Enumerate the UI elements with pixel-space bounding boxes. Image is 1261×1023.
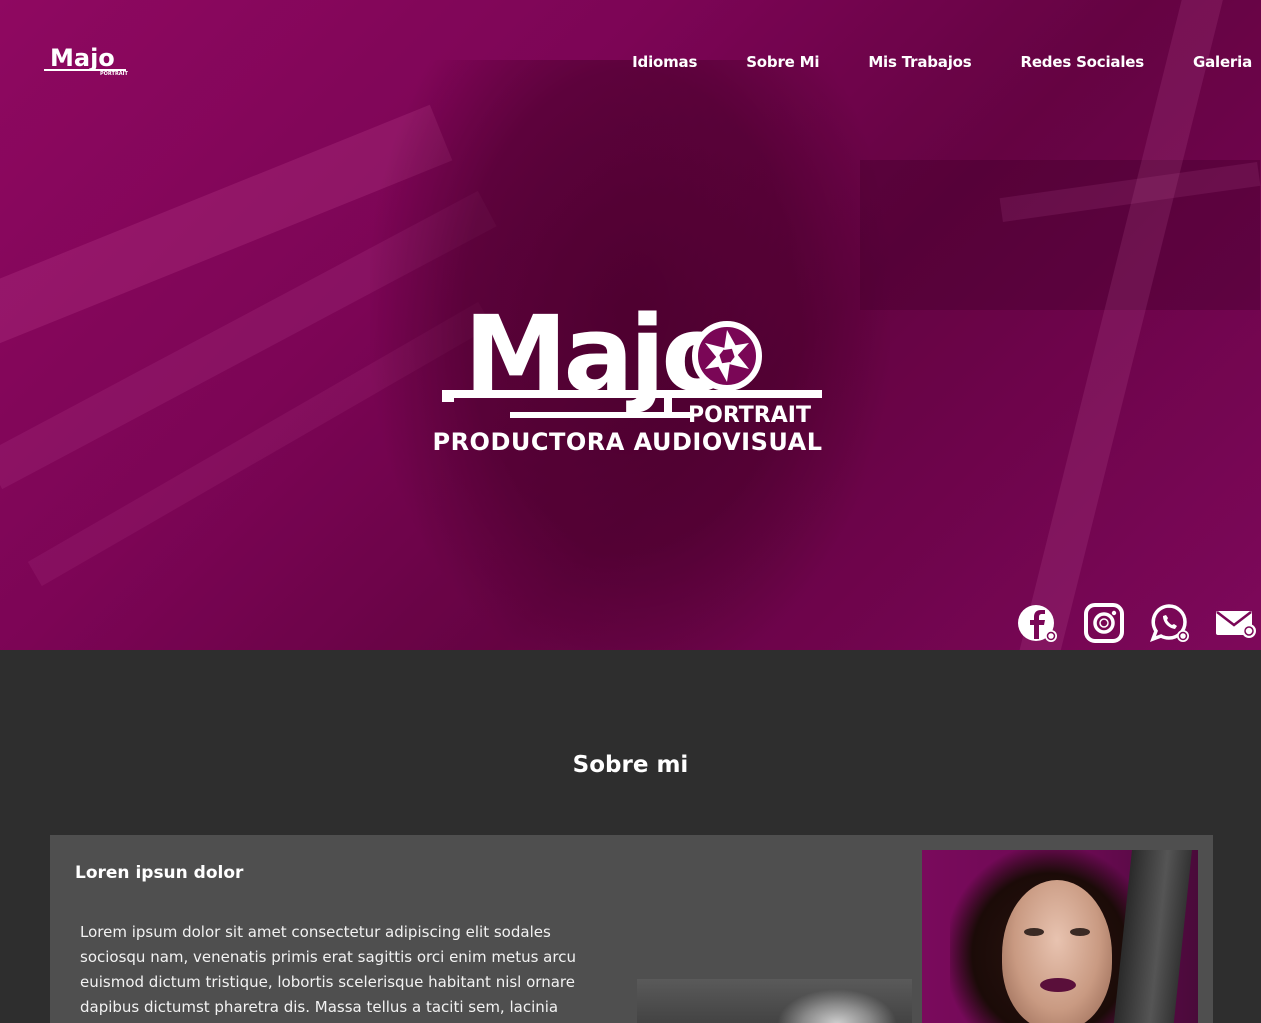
about-title: Sobre mi [572, 752, 689, 778]
portrait-eye [1024, 928, 1044, 936]
about-heading: Loren ipsun dolor [75, 863, 244, 883]
nav-logo-sub: PORTRAIT [100, 71, 128, 77]
about-body: Lorem ipsum dolor sit amet consectetur a… [80, 923, 576, 1016]
hero-logo: Majo PORTRAIT [440, 292, 825, 432]
hero-tagline: PRODUCTORA AUDIOVISUAL [0, 428, 1261, 456]
nav-item-idiomas[interactable]: Idiomas [632, 53, 697, 71]
hero-logo-sub: PORTRAIT [688, 403, 811, 428]
portrait-eye [1070, 928, 1090, 936]
about-card: Loren ipsun dolor Lorem ipsum dolor sit … [50, 835, 1213, 1023]
main-nav: Idiomas Sobre Mi Mis Trabajos Redes Soci… [632, 53, 1252, 71]
whatsapp-icon[interactable] [1150, 603, 1190, 643]
nav-item-sobre-mi[interactable]: Sobre Mi [746, 53, 819, 71]
facebook-icon[interactable] [1018, 603, 1058, 643]
nav-item-galeria[interactable]: Galeria [1193, 53, 1252, 71]
camera-aperture-icon [692, 321, 762, 391]
hero-section: Majo PORTRAIT Idiomas Sobre Mi Mis Traba… [0, 0, 1261, 650]
nav-item-redes-sociales[interactable]: Redes Sociales [1020, 53, 1144, 71]
about-photo-portrait [922, 850, 1198, 1023]
portrait-face [1002, 880, 1112, 1023]
portrait-lips [1040, 978, 1076, 992]
social-links [1018, 603, 1256, 643]
nav-logo[interactable]: Majo PORTRAIT [44, 44, 129, 78]
nav-item-mis-trabajos[interactable]: Mis Trabajos [868, 53, 971, 71]
instagram-icon[interactable] [1084, 603, 1124, 643]
about-photo-bw [637, 979, 912, 1023]
nav-logo-text: Majo [50, 44, 115, 72]
hero-tagline-text: PRODUCTORA AUDIOVISUAL [432, 428, 823, 456]
email-icon[interactable] [1216, 603, 1256, 643]
